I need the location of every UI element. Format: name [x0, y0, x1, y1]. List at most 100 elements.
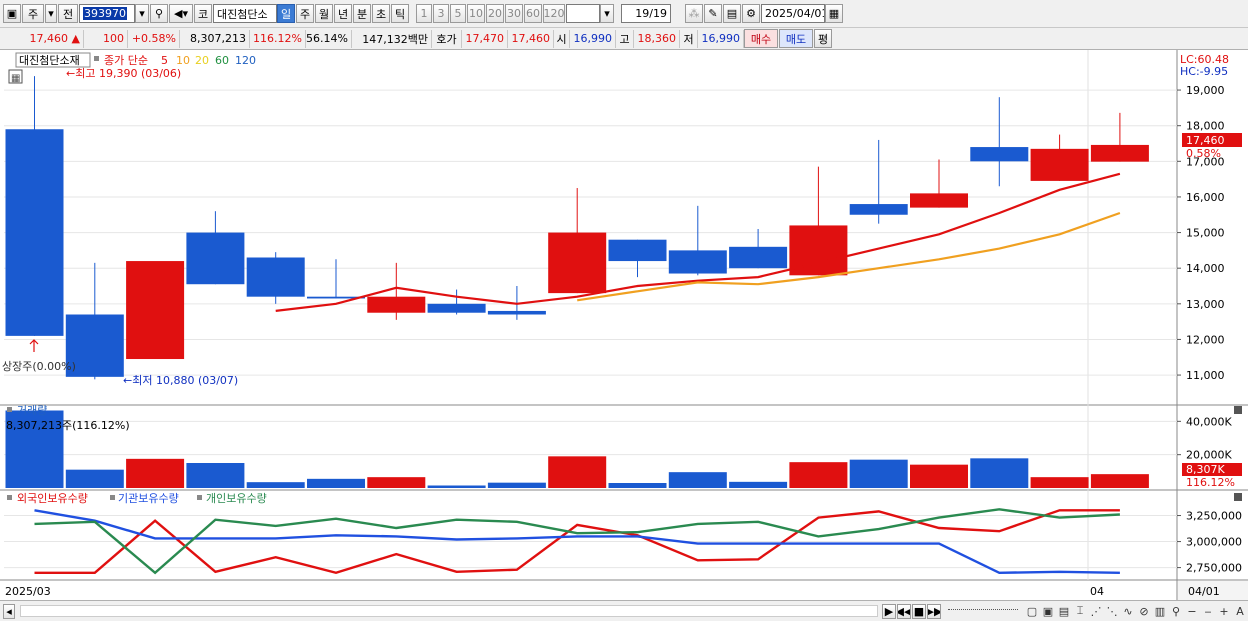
- price-tick-label: 13,000: [1186, 298, 1225, 311]
- volume-bar: [1030, 477, 1089, 488]
- chart-tool-icon-6[interactable]: ⋱: [1104, 603, 1120, 619]
- stock-label: 대진첨단소재: [19, 54, 80, 67]
- interval-custom-input[interactable]: [566, 4, 600, 23]
- timeframe-6-button[interactable]: 틱: [391, 4, 409, 23]
- turnover-value: 56.14%: [306, 29, 352, 48]
- timeframe-2-button[interactable]: 월: [315, 4, 333, 23]
- interval-1-button[interactable]: 1: [416, 4, 432, 23]
- candle-body: [608, 239, 667, 262]
- count-field[interactable]: 19/19: [621, 4, 671, 23]
- stock-name-field: 대진첨단소: [213, 4, 277, 23]
- sell-button[interactable]: 매도: [779, 29, 813, 48]
- bottom-scrollbar: ◂ ▶ ◀◀ ■ ▶▶ ▢ ▣ ▤ ⌶ ⋰ ⋱ ∿ ⊘ ▥ ⚲ − ‒ + A: [0, 600, 1248, 621]
- chart-tool-icon-4[interactable]: ⌶: [1072, 603, 1088, 619]
- candle-body: [1030, 148, 1089, 181]
- interval-30-button[interactable]: 30: [505, 4, 523, 23]
- search-icon[interactable]: ⚲: [150, 4, 168, 23]
- max-annotation-text: 최고 19,390 (03/06): [75, 67, 181, 80]
- holding-close-icon[interactable]: [1234, 493, 1242, 501]
- timeframe-5-button[interactable]: 초: [372, 4, 390, 23]
- legend-institution: 기관보유수량: [118, 492, 179, 505]
- chart-tool-icon-1[interactable]: ▢: [1024, 603, 1040, 619]
- save-icon[interactable]: ▤: [723, 4, 741, 23]
- draw-tool-icon[interactable]: ✎: [704, 4, 722, 23]
- scroll-track[interactable]: [20, 605, 878, 617]
- interval-60-button[interactable]: 60: [524, 4, 542, 23]
- candle-body: [367, 296, 426, 313]
- interval-120-button[interactable]: 120: [543, 4, 565, 23]
- max-annotation: ←최고 19,390 (03/06): [66, 67, 181, 80]
- volume-bar: [427, 485, 486, 488]
- scroll-left-icon[interactable]: ◂: [3, 603, 15, 619]
- bid-value: 17,470: [462, 29, 508, 48]
- stock-code-input[interactable]: 393970: [79, 4, 135, 23]
- low-value: 16,990: [698, 29, 744, 48]
- min-annotation: ←최저 10,880 (03/07): [123, 374, 238, 387]
- holding-tick-label: 3,250,000: [1186, 510, 1242, 523]
- magnifier-icon[interactable]: ⚲: [1168, 603, 1184, 619]
- holding-tick-label: 3,000,000: [1186, 536, 1242, 549]
- xaxis-mid-label: 04: [1090, 585, 1104, 598]
- font-size-icon[interactable]: A: [1232, 603, 1248, 619]
- play-icon[interactable]: ▶: [882, 603, 896, 619]
- link-icon[interactable]: ⁂: [685, 4, 703, 23]
- chart-tool-icon-2[interactable]: ▣: [1040, 603, 1056, 619]
- candle-body: [849, 204, 908, 215]
- timeframe-1-button[interactable]: 주: [296, 4, 314, 23]
- chevron-down-icon[interactable]: ▾: [45, 4, 57, 23]
- forward-icon[interactable]: ▶▶: [927, 603, 941, 619]
- price-tick-label: 19,000: [1186, 84, 1225, 97]
- interval-dropdown-button[interactable]: ▾: [600, 4, 614, 23]
- price-tick-label: 14,000: [1186, 262, 1225, 275]
- interval-10-button[interactable]: 10: [467, 4, 485, 23]
- market-button[interactable]: 코: [194, 4, 212, 23]
- dash-icon[interactable]: ‒: [1200, 603, 1216, 619]
- date-input[interactable]: 2025/04/01: [761, 4, 825, 23]
- layout-icon[interactable]: ▣: [3, 4, 21, 23]
- holding-legend-icon-1: [7, 495, 12, 500]
- rewind-icon[interactable]: ◀◀: [897, 603, 911, 619]
- candle-body: [1090, 144, 1149, 162]
- volume-tick-label: 20,000K: [1186, 449, 1232, 462]
- volume-close-icon[interactable]: [1234, 406, 1242, 414]
- speaker-icon[interactable]: ◀▾: [169, 4, 193, 23]
- code-dropdown-button[interactable]: ▾: [135, 4, 149, 23]
- candle-body: [186, 232, 245, 285]
- zoom-in-icon[interactable]: +: [1216, 603, 1232, 619]
- buy-button[interactable]: 매수: [744, 29, 778, 48]
- chart-tool-icon-9[interactable]: ▥: [1152, 603, 1168, 619]
- ma-legend-title: 종가 단순: [104, 54, 148, 67]
- chart-tool-icon-8[interactable]: ⊘: [1136, 603, 1152, 619]
- chart-tool-icon-7[interactable]: ∿: [1120, 603, 1136, 619]
- flat-button[interactable]: 평: [814, 29, 832, 48]
- xaxis-left-label: 2025/03: [5, 585, 51, 598]
- volume-tick-label: 40,000K: [1186, 415, 1232, 428]
- volume-bar: [970, 458, 1029, 488]
- zoom-slider[interactable]: [948, 608, 1018, 614]
- interval-5-button[interactable]: 5: [450, 4, 466, 23]
- period-type-button[interactable]: 주: [22, 4, 44, 23]
- price-tick-label: 15,000: [1186, 227, 1225, 240]
- volume-bar: [246, 482, 305, 488]
- chart-area[interactable]: 11,00012,00013,00014,00015,00016,00017,0…: [0, 50, 1248, 600]
- zoom-out-icon[interactable]: −: [1184, 603, 1200, 619]
- toolbar: ▣ 주 ▾ 전 393970 ▾ ⚲ ◀▾ 코 대진첨단소 일주월년분초틱 13…: [0, 0, 1248, 28]
- gear-icon[interactable]: ⚙: [742, 4, 760, 23]
- candle-body: [5, 129, 64, 336]
- interval-20-button[interactable]: 20: [486, 4, 504, 23]
- volume-bar: [608, 483, 667, 488]
- prev-button[interactable]: 전: [58, 4, 78, 23]
- volume-bar: [186, 463, 245, 488]
- chart-tool-icon-5[interactable]: ⋰: [1088, 603, 1104, 619]
- legend-foreign: 외국인보유수량: [17, 492, 88, 505]
- timeframe-0-button[interactable]: 일: [277, 4, 295, 23]
- chart-tool-icon-3[interactable]: ▤: [1056, 603, 1072, 619]
- holding-legend-icon-2: [110, 495, 115, 500]
- stop-icon[interactable]: ■: [912, 603, 926, 619]
- calendar-icon[interactable]: ▦: [825, 4, 843, 23]
- volume-bar: [487, 482, 546, 488]
- timeframe-4-button[interactable]: 분: [353, 4, 371, 23]
- interval-3-button[interactable]: 3: [433, 4, 449, 23]
- volume-ratio: 116.12%: [250, 29, 306, 48]
- timeframe-3-button[interactable]: 년: [334, 4, 352, 23]
